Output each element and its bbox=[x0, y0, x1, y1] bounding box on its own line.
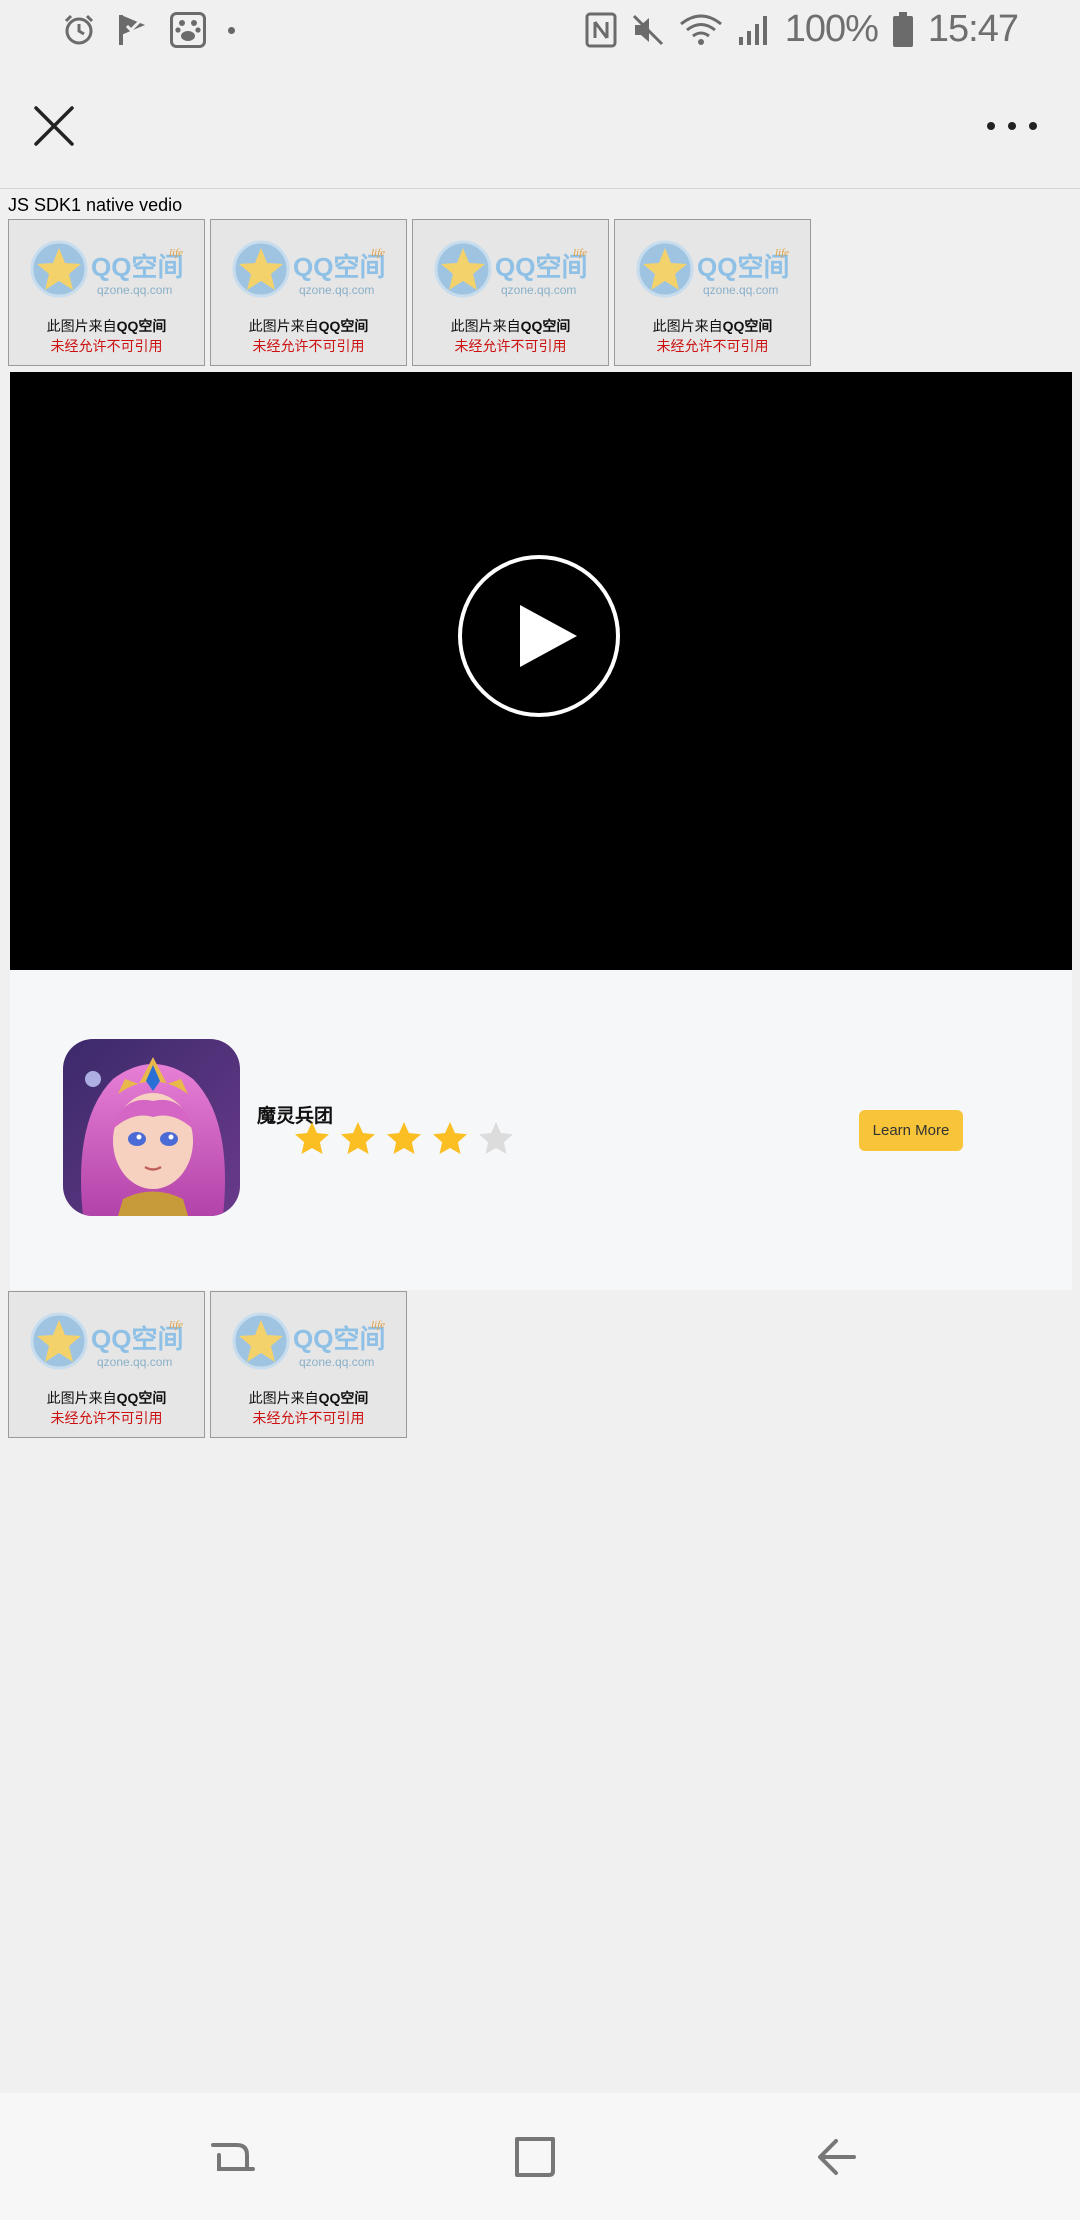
paw-icon bbox=[170, 12, 206, 48]
thumbnail-caption: 此图片来自QQ空间 bbox=[9, 1388, 204, 1408]
thumbnail-caption: 此图片来自QQ空间 bbox=[615, 316, 810, 336]
thumbnail-caption: 此图片来自QQ空间 bbox=[211, 316, 406, 336]
caption-brand: QQ空间 bbox=[520, 318, 571, 334]
caption-brand: QQ空间 bbox=[116, 1390, 167, 1406]
caption-brand: QQ空间 bbox=[116, 318, 167, 334]
qzone-logo-icon: QQ空间qzone.qq.comlife bbox=[434, 240, 587, 298]
qzone-logo-icon: QQ空间qzone.qq.comlife bbox=[232, 1312, 385, 1370]
star-icon bbox=[431, 1120, 469, 1161]
qzone-life: life bbox=[371, 1319, 385, 1331]
caption-brand: QQ空间 bbox=[318, 318, 369, 334]
video-player[interactable] bbox=[10, 372, 1072, 970]
alarm-icon bbox=[64, 14, 94, 45]
page-label: JS SDK1 native vedio bbox=[8, 195, 183, 215]
close-icon[interactable] bbox=[28, 100, 80, 152]
qzone-thumbnail[interactable]: QQ空间 qzone.qq.com life 此图片来自QQ空间未经允许不可引用 bbox=[8, 219, 205, 366]
qzone-life: life bbox=[573, 247, 587, 259]
learn-more-button[interactable]: Learn More bbox=[859, 1110, 963, 1151]
wifi-icon bbox=[679, 14, 722, 45]
qzone-domain: qzone.qq.com bbox=[97, 283, 172, 297]
play-icon[interactable] bbox=[457, 554, 621, 718]
thumbnail-warning: 未经允许不可引用 bbox=[50, 1410, 163, 1426]
battery-percent: 100% bbox=[784, 8, 879, 50]
thumbnail-row-top: QQ空间 qzone.qq.com life 此图片来自QQ空间 未经允许不可引用 QQ空… bbox=[8, 219, 811, 366]
caption-source: 此图片来自 bbox=[450, 318, 521, 334]
thumbnail-warning: 未经允许不可引用 bbox=[454, 338, 567, 354]
thumbnail-warning: 未经允许不可引用 bbox=[50, 338, 163, 354]
caption-source: 此图片来自 bbox=[652, 318, 723, 334]
back-icon[interactable] bbox=[810, 2129, 866, 2185]
thumbnail-warning: 未经允许不可引用 bbox=[252, 1410, 365, 1426]
qzone-logo-icon: QQ空间qzone.qq.comlife bbox=[636, 240, 789, 298]
thumbnail-warning: 未经允许不可引用 bbox=[656, 338, 769, 354]
thumbnail-caption: 此图片来自QQ空间 bbox=[9, 316, 204, 336]
ad-card[interactable]: 魔灵兵团 Learn More bbox=[10, 970, 1072, 1290]
qzone-thumbnail[interactable]: QQ空间 qzone.qq.com life 此图片来自QQ空间未经允许不可引用 bbox=[210, 1291, 407, 1438]
navigation-bar bbox=[0, 2093, 1080, 2220]
star-icon bbox=[293, 1120, 331, 1161]
thumbnail-caption: 此图片来自QQ空间 bbox=[413, 316, 608, 336]
status-bar: 100% 15:47 bbox=[0, 0, 1080, 64]
star-icon bbox=[477, 1120, 515, 1161]
qzone-life: life bbox=[371, 247, 385, 259]
star-icon bbox=[339, 1120, 377, 1161]
mute-icon bbox=[632, 14, 663, 45]
caption-source: 此图片来自 bbox=[248, 1390, 319, 1406]
qzone-thumbnail[interactable]: QQ空间 qzone.qq.com life 此图片来自QQ空间未经允许不可引用 bbox=[614, 219, 811, 366]
qzone-domain: qzone.qq.com bbox=[299, 283, 374, 297]
qzone-domain: qzone.qq.com bbox=[703, 283, 778, 297]
qzone-logo-icon: QQ空间qzone.qq.comlife bbox=[30, 240, 183, 298]
nfc-icon bbox=[585, 12, 617, 47]
qzone-life: life bbox=[775, 247, 789, 259]
notification-dot-icon bbox=[228, 26, 235, 34]
star-icon bbox=[385, 1120, 423, 1161]
app-bar bbox=[0, 64, 1080, 189]
recents-icon[interactable] bbox=[205, 2129, 261, 2185]
caption-brand: QQ空间 bbox=[318, 1390, 369, 1406]
thumbnail-warning: 未经允许不可引用 bbox=[252, 338, 365, 354]
thumbnail-caption: 此图片来自QQ空间 bbox=[211, 1388, 406, 1408]
qzone-thumbnail[interactable]: QQ空间 qzone.qq.com life 此图片来自QQ空间未经允许不可引用 bbox=[8, 1291, 205, 1438]
qzone-domain: qzone.qq.com bbox=[299, 1355, 374, 1369]
qzone-domain: qzone.qq.com bbox=[97, 1355, 172, 1369]
thumbnail-row-bottom: QQ空间 qzone.qq.com life 此图片来自QQ空间 未经允许不可引用 QQ空… bbox=[8, 1291, 407, 1438]
caption-brand: QQ空间 bbox=[722, 318, 773, 334]
caption-source: 此图片来自 bbox=[248, 318, 319, 334]
battery-icon bbox=[892, 11, 913, 47]
more-icon[interactable] bbox=[982, 114, 1042, 138]
qzone-logo-icon: QQ空间qzone.qq.comlife bbox=[30, 1312, 183, 1370]
qzone-life: life bbox=[169, 1319, 183, 1331]
qzone-life: life bbox=[169, 247, 183, 259]
signal-icon bbox=[738, 15, 767, 45]
home-icon[interactable] bbox=[507, 2129, 563, 2185]
qzone-thumbnail[interactable]: QQ空间 qzone.qq.com life 此图片来自QQ空间未经允许不可引用 bbox=[210, 219, 407, 366]
clock: 15:47 bbox=[927, 8, 1019, 50]
caption-source: 此图片来自 bbox=[46, 318, 117, 334]
qzone-domain: qzone.qq.com bbox=[501, 283, 576, 297]
caption-source: 此图片来自 bbox=[46, 1390, 117, 1406]
check-flag-icon bbox=[119, 15, 145, 45]
app-icon[interactable] bbox=[63, 1039, 240, 1216]
qzone-logo-icon: QQ空间qzone.qq.comlife bbox=[232, 240, 385, 298]
rating-stars bbox=[293, 1120, 515, 1161]
qzone-thumbnail[interactable]: QQ空间 qzone.qq.com life 此图片来自QQ空间未经允许不可引用 bbox=[412, 219, 609, 366]
